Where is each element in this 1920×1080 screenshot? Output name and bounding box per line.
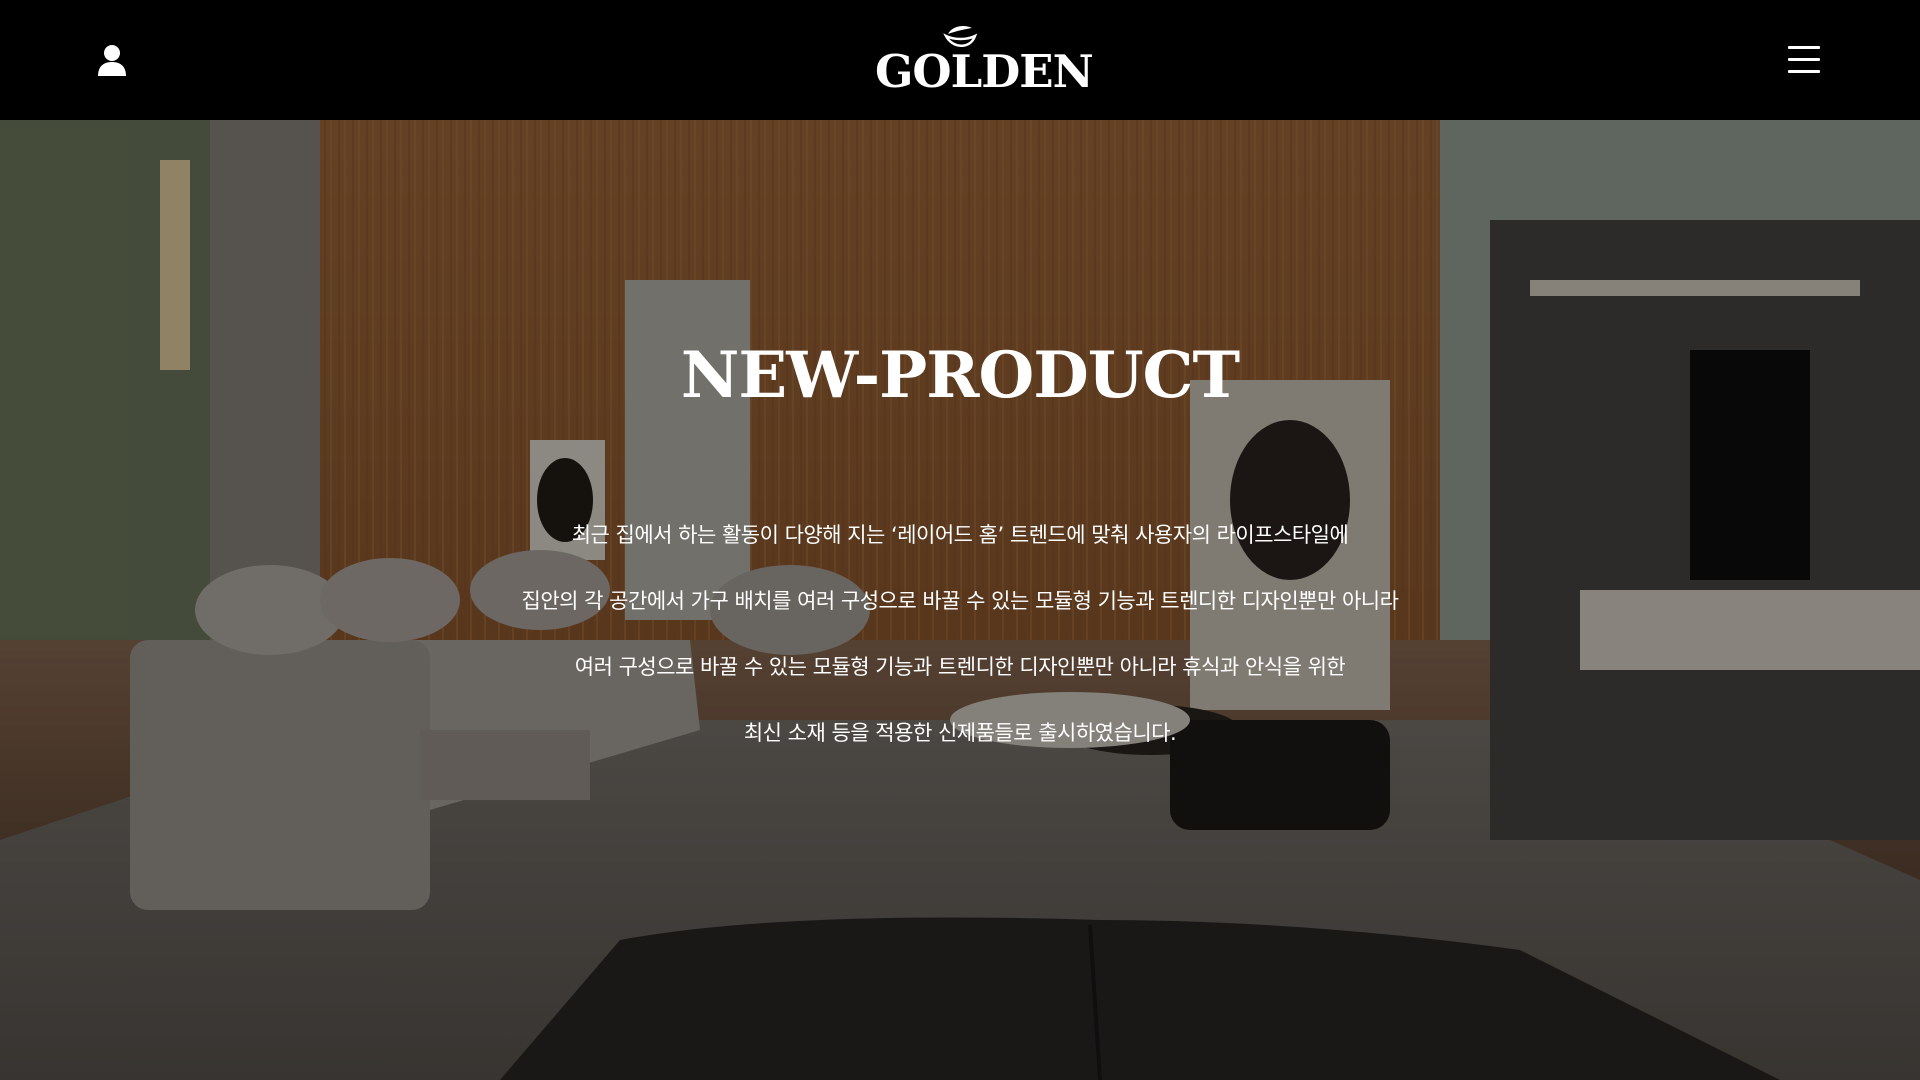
hero-title: NEW-PRODUCT [680, 338, 1240, 413]
hero-description-line: 여러 구성으로 바꿀 수 있는 모듈형 기능과 트렌디한 디자인뿐만 아니라 휴… [574, 655, 1346, 679]
site-header: GOLDEN [0, 0, 1920, 120]
logo-text: GOLDEN [875, 45, 1094, 98]
user-icon[interactable] [96, 44, 132, 80]
hamburger-menu-icon[interactable] [1788, 46, 1822, 78]
hero-description-line: 최근 집에서 하는 활동이 다양해 지는 ‘레이어드 홈’ 트렌드에 맞춰 사용… [571, 523, 1349, 547]
hero-description-line: 최신 소재 등을 적용한 신제품들로 출시하였습니다. [743, 721, 1177, 745]
hero-description: 최근 집에서 하는 활동이 다양해 지는 ‘레이어드 홈’ 트렌드에 맞춰 사용… [0, 502, 1920, 766]
logo[interactable]: GOLDEN [875, 24, 1094, 98]
hero-section: NEW-PRODUCT 최근 집에서 하는 활동이 다양해 지는 ‘레이어드 홈… [0, 120, 1920, 1080]
hero-description-line: 집안의 각 공간에서 가구 배치를 여러 구성으로 바꿀 수 있는 모듈형 기능… [521, 589, 1399, 613]
